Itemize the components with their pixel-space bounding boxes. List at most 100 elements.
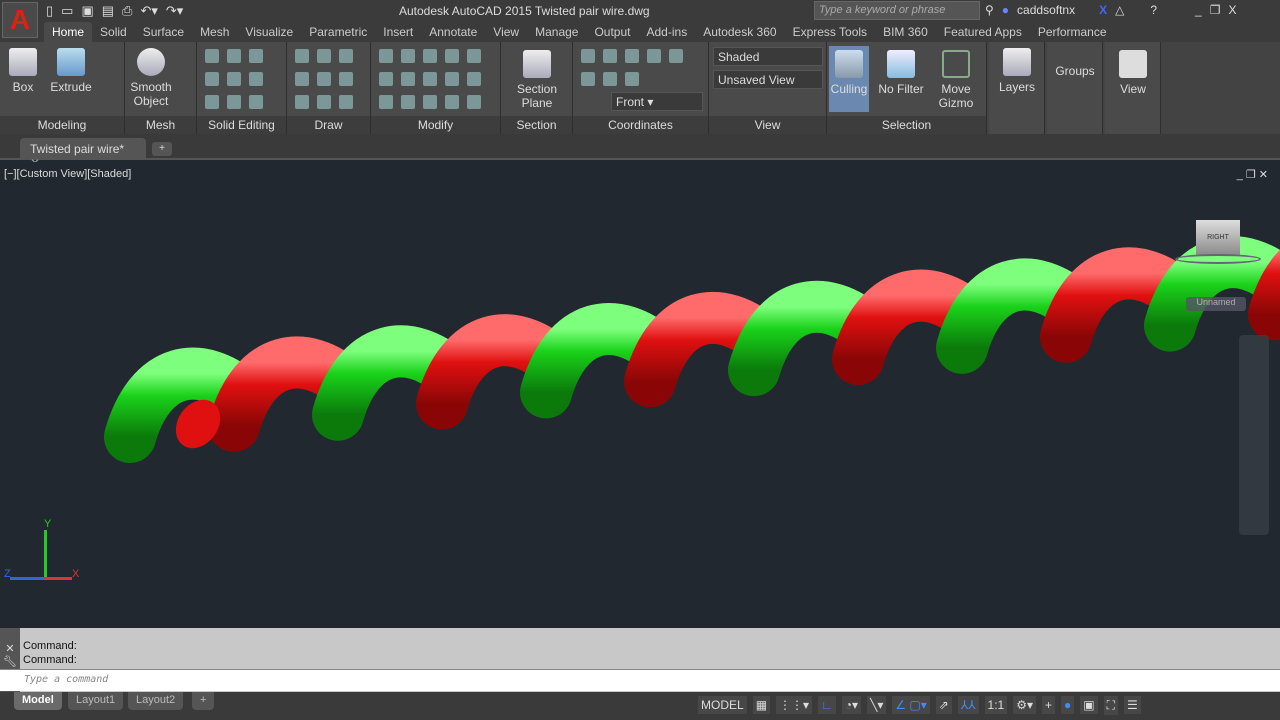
- minimize-button[interactable]: _: [1195, 3, 1202, 17]
- twisted-pair-wire: [104, 236, 1280, 463]
- panel-modify: Modify: [371, 42, 501, 134]
- open-icon[interactable]: ▭: [61, 3, 73, 19]
- move-gizmo-button[interactable]: Move Gizmo: [935, 50, 977, 110]
- fullscreen-icon[interactable]: ⛶: [1103, 695, 1119, 715]
- window-title: Autodesk AutoCAD 2015 Twisted pair wire.…: [399, 4, 650, 18]
- plus-icon[interactable]: +: [1042, 696, 1056, 714]
- wrench-icon[interactable]: 🔧︎: [0, 655, 20, 668]
- panel-title[interactable]: Modeling: [0, 116, 124, 134]
- hardware-icon[interactable]: ▣: [1080, 696, 1098, 714]
- ucs-view-dropdown[interactable]: Front ▾: [611, 92, 703, 111]
- tab-bim-360[interactable]: BIM 360: [875, 22, 936, 42]
- ucs-y-axis: [44, 530, 47, 580]
- ortho-icon[interactable]: ∟: [818, 696, 836, 714]
- panel-title[interactable]: Coordinates: [573, 116, 708, 134]
- snap-icon[interactable]: ⋮⋮▾: [776, 696, 813, 714]
- smooth-object-label: Smooth Object: [130, 80, 172, 108]
- isolate-icon[interactable]: ●: [1061, 696, 1075, 714]
- tab-output[interactable]: Output: [586, 22, 638, 42]
- no-filter-button[interactable]: No Filter: [877, 50, 925, 96]
- customize-icon[interactable]: ☰: [1124, 696, 1141, 714]
- ucs-x-axis: [44, 577, 72, 580]
- layers-button[interactable]: Layers: [989, 42, 1045, 134]
- annotation-scale[interactable]: 1:1: [984, 696, 1008, 714]
- panel-title[interactable]: Solid Editing: [197, 116, 286, 134]
- ucs-z-axis: [10, 577, 44, 580]
- command-input[interactable]: Type a command: [0, 669, 1280, 691]
- new-layout-button[interactable]: +: [192, 692, 215, 710]
- saveas-icon[interactable]: ▤: [102, 3, 114, 19]
- tab-manage[interactable]: Manage: [527, 22, 586, 42]
- exchange-icon[interactable]: X: [1099, 3, 1107, 17]
- tab-add-ins[interactable]: Add-ins: [639, 22, 696, 42]
- binoculars-icon[interactable]: ⚲: [985, 3, 994, 17]
- tab-featured-apps[interactable]: Featured Apps: [936, 22, 1030, 42]
- close-icon[interactable]: ✕: [0, 642, 20, 655]
- panel-title[interactable]: View: [709, 116, 826, 134]
- culling-button[interactable]: Culling: [829, 46, 869, 112]
- tab-home[interactable]: Home: [44, 22, 93, 42]
- box-button[interactable]: Box: [6, 48, 40, 94]
- tab-view[interactable]: View: [485, 22, 527, 42]
- search-input[interactable]: Type a keyword or phrase: [814, 1, 980, 20]
- navigation-bar[interactable]: [1239, 335, 1269, 535]
- ribbon: Box Extrude Modeling Smooth Object Mesh …: [0, 42, 1280, 134]
- close-button[interactable]: X: [1228, 3, 1236, 17]
- drawing-viewport[interactable]: [−][Custom View][Shaded] _ ❐ ✕ RIGHT Unn…: [0, 162, 1280, 628]
- polar-icon[interactable]: ◔▾: [841, 696, 862, 714]
- tab-performance[interactable]: Performance: [1030, 22, 1115, 42]
- panel-title[interactable]: Mesh: [125, 116, 196, 134]
- command-history-line: Command:: [23, 640, 77, 652]
- redo-icon[interactable]: ↷▾: [166, 3, 183, 19]
- help-icon[interactable]: ?: [1150, 3, 1157, 17]
- section-plane-button[interactable]: Section Plane: [511, 50, 563, 110]
- tab-annotate[interactable]: Annotate: [421, 22, 485, 42]
- tab-mesh[interactable]: Mesh: [192, 22, 237, 42]
- model-space-button[interactable]: MODEL: [698, 696, 747, 714]
- tab-surface[interactable]: Surface: [135, 22, 192, 42]
- command-history-line: Command:: [23, 654, 77, 666]
- osnap-icon[interactable]: ∠ ▢▾: [892, 696, 930, 714]
- document-tabs: Twisted pair wire* ✕ +: [0, 134, 1280, 170]
- extrude-button[interactable]: Extrude: [50, 48, 92, 94]
- new-tab-button[interactable]: +: [152, 142, 172, 156]
- view-panel-button[interactable]: View: [1105, 42, 1161, 134]
- layout-tab-layout2[interactable]: Layout2: [128, 692, 184, 710]
- isodraft-icon[interactable]: ╲▾: [867, 696, 887, 714]
- annotation-icon[interactable]: ⅄⅄: [957, 696, 979, 714]
- a360-icon[interactable]: △: [1115, 3, 1124, 17]
- tab-express-tools[interactable]: Express Tools: [785, 22, 875, 42]
- tab-parametric[interactable]: Parametric: [301, 22, 375, 42]
- grid-icon[interactable]: ▦: [752, 696, 771, 714]
- tab-autodesk-360[interactable]: Autodesk 360: [695, 22, 784, 42]
- visual-style-dropdown[interactable]: Shaded: [713, 47, 823, 66]
- panel-modeling: Box Extrude Modeling: [0, 42, 125, 134]
- dynamic-ucs-icon[interactable]: ⇗: [935, 696, 952, 714]
- groups-button[interactable]: Groups: [1047, 42, 1103, 134]
- document-tab[interactable]: Twisted pair wire* ✕: [20, 138, 146, 170]
- viewcube[interactable]: RIGHT: [1196, 220, 1240, 256]
- save-icon[interactable]: ▣: [81, 3, 93, 19]
- user-name[interactable]: caddsoftnx: [1017, 3, 1075, 17]
- ucs-menu[interactable]: Unnamed: [1186, 297, 1246, 311]
- layout-tab-layout1[interactable]: Layout1: [68, 692, 124, 710]
- panel-title[interactable]: Section: [501, 116, 572, 134]
- named-view-dropdown[interactable]: Unsaved View: [713, 70, 823, 89]
- tab-solid[interactable]: Solid: [92, 22, 135, 42]
- tab-visualize[interactable]: Visualize: [237, 22, 301, 42]
- application-menu-button[interactable]: A: [2, 2, 38, 38]
- panel-selection: Culling No Filter Move Gizmo Selection: [827, 42, 987, 134]
- restore-button[interactable]: ❐: [1210, 3, 1221, 17]
- plot-icon[interactable]: ⎙: [122, 3, 132, 19]
- new-icon[interactable]: ▯: [46, 3, 53, 19]
- layout-tab-model[interactable]: Model: [14, 692, 62, 710]
- smooth-object-button[interactable]: Smooth Object: [129, 48, 173, 108]
- tab-insert[interactable]: Insert: [375, 22, 421, 42]
- panel-title[interactable]: Draw: [287, 116, 370, 134]
- workspace-gear-icon[interactable]: ⚙▾: [1013, 696, 1036, 714]
- panel-title[interactable]: Selection: [827, 116, 986, 134]
- undo-icon[interactable]: ↶▾: [140, 3, 157, 19]
- panel-title[interactable]: Modify: [371, 116, 500, 134]
- viewcube-compass[interactable]: [1175, 254, 1261, 264]
- status-bar: Model Layout1 Layout2 + MODEL ▦ ⋮⋮▾ ∟ ◔▾…: [0, 692, 1280, 720]
